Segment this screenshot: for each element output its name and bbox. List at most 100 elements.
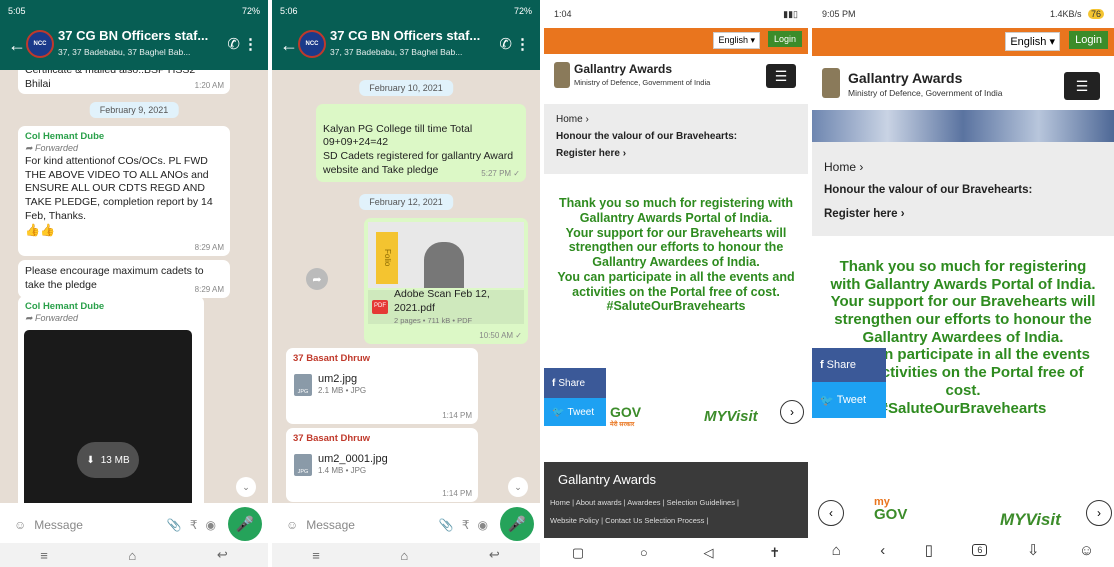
attach-icon[interactable]: 📎	[439, 518, 454, 532]
scroll-down-icon[interactable]: ⌄	[236, 477, 256, 497]
group-avatar[interactable]: NCC	[298, 30, 326, 58]
scroll-down-icon[interactable]: ⌄	[508, 477, 528, 497]
home-icon[interactable]: ⌂	[832, 542, 841, 559]
message-sender[interactable]: 37 Basant Dhruw	[293, 353, 471, 365]
facebook-share-button[interactable]: f Share	[812, 348, 886, 382]
breadcrumb-honour: Honour the valour of our Bravehearts:	[824, 184, 1033, 196]
browser-toolbar: ⌂ ‹ ▯ 6 ⇩ ☺	[812, 533, 1114, 567]
ministry-label: Ministry of Defence, Government of India	[848, 88, 1003, 98]
mygov-logo[interactable]: my GOV	[874, 497, 907, 522]
pdf-meta: 2 pages • 711 kB • PDF	[394, 315, 473, 325]
forward-icon[interactable]: ➦	[306, 268, 328, 290]
message-text: Please encourage maximum cadets to take …	[25, 265, 204, 291]
payment-icon[interactable]: ₹	[190, 518, 198, 532]
payment-icon[interactable]: ₹	[462, 518, 470, 532]
file-message-bubble[interactable]: 37 Basant Dhruw JPG um2_0001.jpg 1.4 MB …	[286, 428, 478, 502]
status-time: 1:04	[554, 9, 572, 19]
footer-links[interactable]: Home | About awards | Awardees | Selecti…	[550, 498, 739, 507]
footer-links[interactable]: Website Policy | Contact Us Selection Pr…	[550, 516, 708, 525]
breadcrumb-home[interactable]: Home ›	[556, 114, 796, 125]
breadcrumb-home[interactable]: Home ›	[824, 160, 1102, 174]
login-button[interactable]: Login	[767, 31, 802, 47]
recents-icon[interactable]: ≡	[40, 548, 48, 563]
login-button[interactable]: Login	[1069, 31, 1108, 49]
message-input[interactable]: Message	[306, 518, 431, 532]
network-speed-text: 1.4KB/s	[1049, 9, 1082, 19]
twitter-icon: 🐦	[820, 394, 834, 407]
back-arrow-icon[interactable]: ←	[280, 35, 298, 56]
accessibility-icon[interactable]: ✝	[769, 545, 780, 561]
language-select[interactable]: English ▾	[1005, 32, 1060, 51]
chat-title[interactable]: 37 CG BN Officers staf...	[58, 28, 208, 43]
message-time: 10:50 AM ✓	[479, 330, 522, 340]
status-time: 5:05	[8, 6, 26, 16]
jpg-file-icon: JPG	[294, 374, 312, 396]
home-icon[interactable]: ⌂	[400, 548, 408, 563]
add-call-icon[interactable]: ✆	[499, 35, 512, 53]
hamburger-menu-icon[interactable]: ☰	[1064, 72, 1100, 100]
message-input-bar[interactable]: ☺ Message 📎 ₹ ◉	[278, 509, 496, 541]
mygov-logo[interactable]: GOV मेरी सरकार	[610, 404, 641, 428]
message-sender[interactable]: Col Hemant Dube	[25, 301, 197, 313]
status-time: 5:06	[280, 6, 298, 16]
message-sender[interactable]: Col Hemant Dube	[25, 131, 223, 143]
more-options-icon[interactable]: ⋮	[243, 35, 258, 53]
group-avatar[interactable]: NCC	[26, 30, 54, 58]
download-icon: ⬇	[86, 454, 95, 466]
message-sender[interactable]: 37 Basant Dhruw	[293, 433, 471, 445]
breadcrumb-register[interactable]: Register here ›	[556, 148, 796, 159]
profile-icon[interactable]: ☺	[1079, 542, 1094, 559]
back-arrow-icon[interactable]: ←	[8, 35, 26, 56]
twitter-tweet-button[interactable]: 🐦 Tweet	[812, 382, 886, 418]
android-nav-bar: ≡ ⌂ ↩	[0, 543, 268, 567]
tabs-button[interactable]: 6	[972, 544, 988, 556]
emoji-icon[interactable]: ☺	[286, 518, 298, 532]
pdf-message-bubble[interactable]: Folio PDF Adobe Scan Feb 12, 2021.pdf 2 …	[364, 218, 528, 344]
mic-button[interactable]: 🎤	[500, 507, 534, 541]
file-message-bubble[interactable]: 37 Basant Dhruw JPG um2.jpg 2.1 MB • JPG…	[286, 348, 478, 424]
back-icon[interactable]: ‹	[880, 542, 885, 559]
network-speed: 1.4KB/s 76	[1050, 9, 1104, 19]
site-brand[interactable]: Gallantry Awards	[574, 62, 672, 76]
message-input[interactable]: Message	[34, 518, 159, 532]
downloads-icon[interactable]: ⇩	[1027, 541, 1040, 559]
message-bubble: Certificate & mailed also..BSP HSS2 Bhil…	[18, 70, 230, 94]
status-bar: 9:05 PM 1.4KB/s 76	[812, 0, 1114, 28]
bookmarks-icon[interactable]: ▯	[925, 541, 933, 559]
myvisit-logo[interactable]: MYVisit	[1000, 510, 1061, 530]
message-input-bar[interactable]: ☺ Message 📎 ₹ ◉	[6, 509, 224, 541]
pdf-preview[interactable]: Folio	[368, 222, 524, 288]
mic-button[interactable]: 🎤	[228, 507, 262, 541]
camera-icon[interactable]: ◉	[478, 518, 488, 532]
camera-icon[interactable]: ◉	[206, 518, 216, 532]
file-meta: 1.4 MB • JPG	[318, 466, 367, 475]
video-thumbnail[interactable]: ⬇ 13 MB	[24, 330, 192, 503]
facebook-icon: f	[552, 377, 556, 389]
chat-title[interactable]: 37 CG BN Officers staf...	[330, 28, 480, 43]
home-icon[interactable]: ○	[640, 545, 648, 560]
recents-icon[interactable]: ▢	[572, 545, 584, 561]
emoji-icon[interactable]: ☺	[14, 518, 26, 532]
more-options-icon[interactable]: ⋮	[515, 35, 530, 53]
carousel-next-icon[interactable]: ›	[780, 400, 804, 424]
add-call-icon[interactable]: ✆	[227, 35, 240, 53]
site-brand[interactable]: Gallantry Awards	[848, 70, 962, 86]
home-icon[interactable]: ⌂	[128, 548, 136, 563]
language-select[interactable]: English ▾	[713, 32, 760, 49]
back-icon[interactable]: ↩	[217, 547, 228, 563]
twitter-tweet-button[interactable]: 🐦 Tweet	[544, 398, 606, 426]
back-icon[interactable]: ◁	[703, 545, 713, 561]
message-bubble: Col Hemant Dube ➦ Forwarded For kind att…	[18, 126, 230, 256]
back-icon[interactable]: ↩	[489, 547, 500, 563]
breadcrumb-register[interactable]: Register here ›	[824, 208, 1102, 220]
message-time: 8:29 AM	[194, 284, 224, 294]
chat-header: ← NCC 37 CG BN Officers staf... 37, 37 B…	[272, 22, 540, 70]
attach-icon[interactable]: 📎	[167, 518, 182, 532]
carousel-prev-icon[interactable]: ‹	[818, 500, 844, 526]
download-video-button[interactable]: ⬇ 13 MB	[77, 442, 139, 478]
facebook-share-button[interactable]: f Share	[544, 368, 606, 398]
recents-icon[interactable]: ≡	[312, 548, 320, 563]
myvisit-logo[interactable]: MYVisit	[704, 408, 758, 425]
carousel-next-icon[interactable]: ›	[1086, 500, 1112, 526]
hamburger-menu-icon[interactable]: ☰	[766, 64, 796, 88]
